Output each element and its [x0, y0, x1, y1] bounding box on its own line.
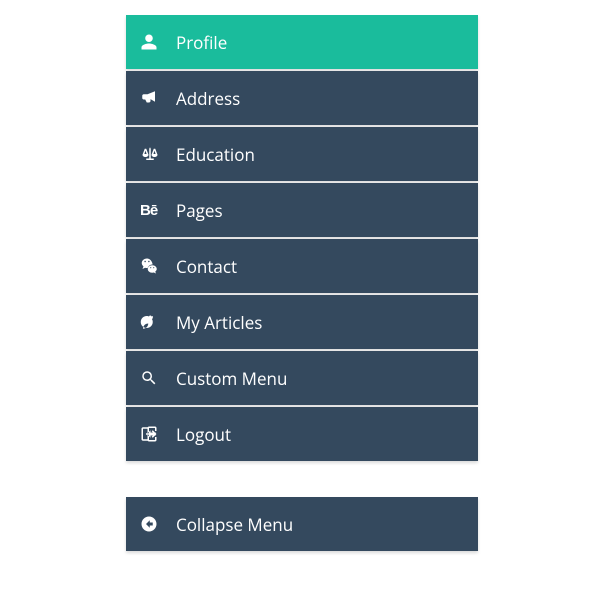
arrow-circle-left-icon: [140, 515, 166, 533]
menu-item-profile[interactable]: Profile: [126, 15, 478, 69]
menu-item-education[interactable]: Education: [126, 127, 478, 181]
menu-item-label: Contact: [176, 255, 237, 278]
bomb-icon: [140, 313, 166, 331]
menu-item-label: Logout: [176, 423, 231, 446]
wechat-icon: [140, 257, 166, 275]
menu-item-label: Profile: [176, 31, 227, 54]
sidebar-menu: Profile Address Education Bē Pages Conta…: [126, 15, 478, 463]
menu-item-logout[interactable]: Logout: [126, 407, 478, 461]
behance-icon: Bē: [140, 202, 166, 219]
menu-item-label: My Articles: [176, 311, 262, 334]
menu-item-pages[interactable]: Bē Pages: [126, 183, 478, 237]
menu-item-custom-menu[interactable]: Custom Menu: [126, 351, 478, 405]
balance-scale-icon: [140, 145, 166, 163]
menu-item-label: Address: [176, 87, 240, 110]
menu-item-label: Education: [176, 143, 255, 166]
menu-item-label: Pages: [176, 199, 223, 222]
menu-item-my-articles[interactable]: My Articles: [126, 295, 478, 349]
sign-out-icon: [140, 425, 166, 443]
search-icon: [140, 369, 166, 387]
bullhorn-icon: [140, 89, 166, 107]
menu-item-contact[interactable]: Contact: [126, 239, 478, 293]
user-icon: [140, 33, 166, 51]
menu-item-label: Custom Menu: [176, 367, 287, 390]
collapse-menu-button[interactable]: Collapse Menu: [126, 497, 478, 551]
menu-item-address[interactable]: Address: [126, 71, 478, 125]
collapse-menu-label: Collapse Menu: [176, 513, 293, 536]
collapse-menu-container: Collapse Menu: [126, 497, 478, 553]
